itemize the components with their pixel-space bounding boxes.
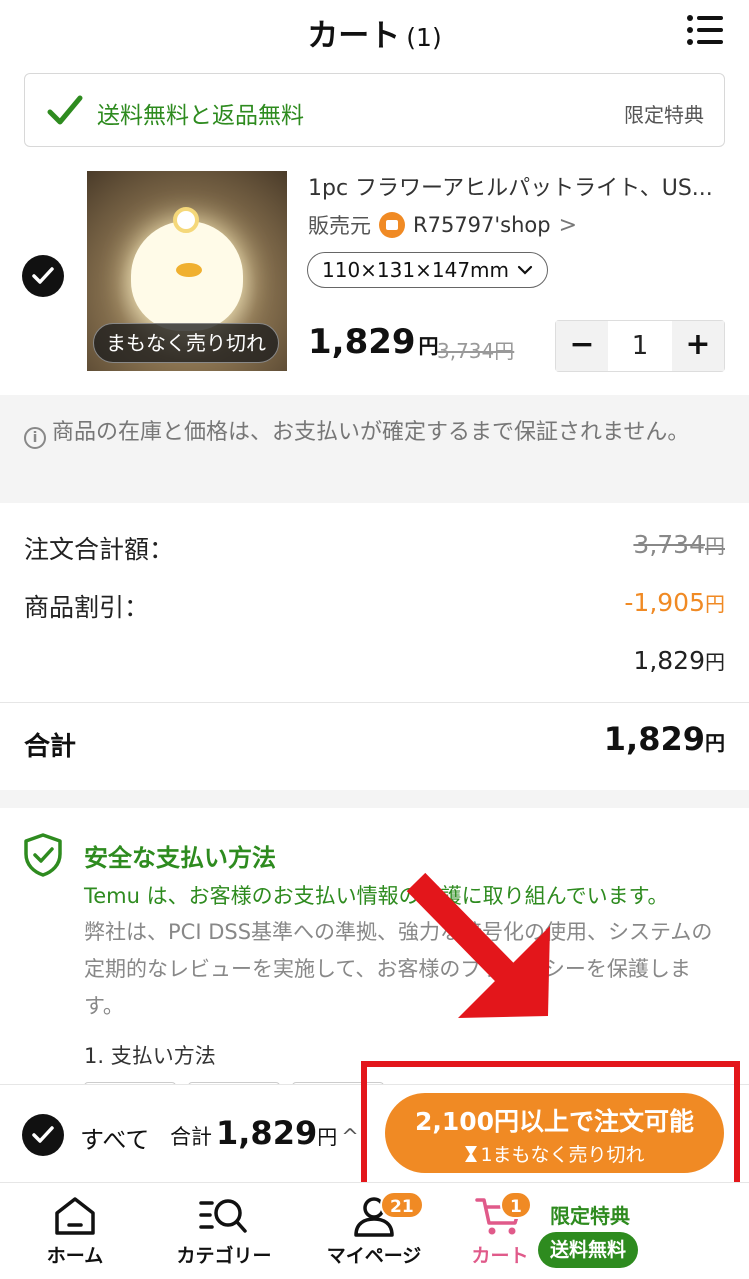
chevron-right-icon: >: [558, 212, 578, 238]
mypage-badge: 21: [380, 1191, 424, 1219]
product-title[interactable]: 1pc フラワーアヒルパットライト、US...: [308, 170, 728, 202]
order-total-amount: 3,734: [633, 530, 705, 559]
decrease-quantity-button[interactable]: −: [556, 321, 608, 371]
flower-shape: [173, 207, 199, 233]
free-shipping-banner[interactable]: 送料無料と返品無料 限定特典: [24, 73, 725, 147]
discount-label: 商品割引：: [24, 593, 150, 622]
info-icon: i: [24, 427, 46, 449]
promo-limited-label: 限定特典: [624, 103, 704, 127]
quantity-value[interactable]: 1: [608, 321, 672, 371]
category-search-icon: [199, 1199, 247, 1233]
tab-home-label: ホーム: [46, 1245, 104, 1267]
order-total-label: 注文合計額：: [24, 535, 175, 564]
divider: [0, 702, 749, 703]
order-total-value: 3,734円: [633, 530, 725, 559]
discount-row: 商品割引： -1,905円: [24, 588, 725, 624]
total-row: 合計 1,829円: [24, 720, 725, 763]
cart-count: (1): [406, 23, 442, 52]
total-unit: 円: [705, 731, 725, 755]
total-value: 1,829円: [604, 720, 725, 758]
list-menu-icon[interactable]: [687, 14, 723, 46]
variant-label: 110×131×147mm: [322, 257, 510, 282]
selling-out-badge: まもなく売り切れ: [93, 323, 279, 363]
seller-row[interactable]: 販売元 R75797'shop >: [308, 210, 577, 240]
stock-price-notice: i 商品の在庫と価格は、お支払いが確定するまで保証されません。: [0, 395, 749, 503]
tab-cart-label: カート: [471, 1245, 529, 1267]
discount-unit: 円: [705, 592, 725, 616]
checkmark-icon: [32, 1126, 54, 1143]
quantity-stepper: − 1 +: [555, 320, 725, 372]
subtotal-value: 1,829円: [633, 646, 725, 675]
red-highlight-box: [361, 1061, 740, 1195]
increase-quantity-button[interactable]: +: [672, 321, 724, 371]
checkout-total[interactable]: 合計 1,829円 ^: [170, 1114, 359, 1152]
secure-payment-title: 安全な支払い方法: [84, 844, 276, 872]
promo-text: 送料無料と返品無料: [97, 103, 304, 129]
tab-category-label: カテゴリー: [176, 1245, 272, 1267]
item-select-checkbox[interactable]: [22, 255, 64, 297]
cart-badge: 1: [500, 1191, 532, 1219]
checkout-total-unit: 円: [317, 1125, 338, 1149]
checkmark-icon: [32, 267, 54, 284]
check-icon: [47, 95, 83, 125]
chevron-down-icon: [517, 265, 533, 275]
page-title-text: カート: [307, 18, 401, 54]
page-title: カート (1): [0, 10, 749, 55]
original-price: 3,734円: [437, 339, 515, 363]
sale-price: 1,829 円: [308, 322, 439, 362]
home-icon: [55, 1197, 95, 1235]
red-arrow-annotation: [406, 872, 550, 1018]
seller-label: 販売元: [308, 214, 371, 238]
total-label: 合計: [24, 732, 77, 762]
tab-home[interactable]: ホーム: [40, 1195, 110, 1268]
select-all-label[interactable]: すべて: [80, 1120, 149, 1155]
sale-price-value: 1,829: [308, 322, 416, 362]
subtotal-amount: 1,829: [633, 646, 705, 675]
limited-offer-title[interactable]: 限定特典: [550, 1200, 630, 1229]
shop-icon: [379, 212, 405, 238]
discount-value: -1,905円: [624, 588, 725, 617]
checkout-total-amount: 1,829: [216, 1114, 318, 1152]
product-image[interactable]: まもなく売り切れ: [87, 171, 287, 371]
select-all-checkbox[interactable]: [22, 1114, 64, 1156]
shield-check-icon: [24, 833, 62, 877]
discount-amount: -1,905: [624, 588, 705, 617]
sale-price-unit: 円: [418, 334, 439, 358]
order-total-unit: 円: [705, 534, 725, 558]
payment-methods-label: 1. 支払い方法: [84, 1044, 216, 1068]
tab-category[interactable]: カテゴリー: [168, 1195, 280, 1268]
notice-text: 商品の在庫と価格は、お支払いが確定するまで保証されません。: [52, 420, 690, 445]
chevron-up-icon: ^: [341, 1125, 359, 1149]
subtotal-unit: 円: [705, 650, 725, 674]
free-shipping-pill[interactable]: 送料無料: [538, 1232, 639, 1268]
header: カート (1): [0, 0, 749, 64]
duck-beak-shape: [176, 263, 202, 277]
tab-mypage-label: マイページ: [326, 1245, 422, 1267]
variant-selector[interactable]: 110×131×147mm: [307, 252, 549, 288]
order-total-row: 注文合計額： 3,734円: [24, 530, 725, 566]
section-gap: [0, 790, 749, 808]
shop-name: R75797'shop: [413, 213, 551, 237]
total-amount: 1,829: [603, 720, 705, 758]
checkout-total-label: 合計: [170, 1125, 212, 1149]
